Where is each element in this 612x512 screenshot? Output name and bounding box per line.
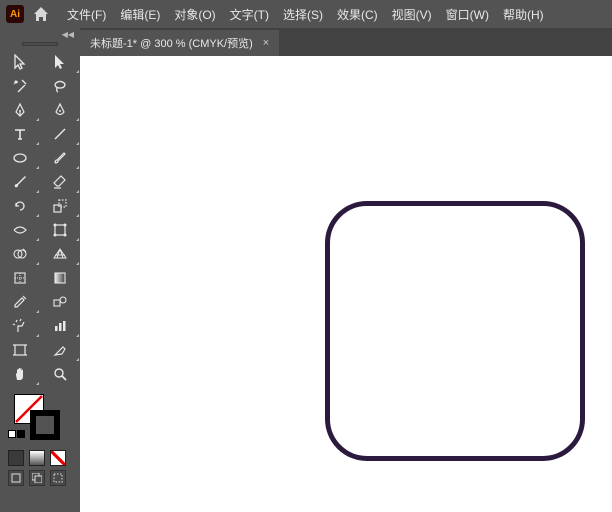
color-mode-row — [0, 446, 80, 470]
canvas[interactable] — [80, 56, 612, 512]
mesh-tool[interactable] — [0, 266, 40, 290]
rounded-rectangle-shape[interactable] — [325, 201, 585, 461]
width-tool[interactable] — [0, 218, 40, 242]
menu-type[interactable]: 文字(T) — [223, 6, 276, 23]
draw-inside-icon[interactable] — [50, 470, 66, 486]
color-solid-icon[interactable] — [8, 450, 24, 466]
rotate-tool[interactable] — [0, 194, 40, 218]
symbol-sprayer-tool[interactable] — [0, 314, 40, 338]
menu-effect[interactable]: 效果(C) — [330, 6, 385, 23]
document-tabs: 未标题-1* @ 300 % (CMYK/预览) × — [80, 30, 612, 56]
hand-tool[interactable] — [0, 362, 40, 386]
fill-stroke-swatch[interactable] — [0, 392, 80, 446]
magic-wand-tool[interactable] — [0, 74, 40, 98]
menu-window[interactable]: 窗口(W) — [439, 6, 496, 23]
menu-edit[interactable]: 编辑(E) — [113, 6, 167, 23]
draw-normal-icon[interactable] — [8, 470, 24, 486]
menu-help[interactable]: 帮助(H) — [496, 6, 551, 23]
menubar: Ai 文件(F) 编辑(E) 对象(O) 文字(T) 选择(S) 效果(C) 视… — [0, 0, 612, 28]
eyedropper-tool[interactable] — [0, 290, 40, 314]
close-icon[interactable]: × — [263, 37, 269, 49]
draw-behind-icon[interactable] — [29, 470, 45, 486]
blend-tool[interactable] — [40, 290, 80, 314]
menu-file[interactable]: 文件(F) — [60, 6, 113, 23]
tab-title: 未标题-1* @ 300 % (CMYK/预览) — [90, 35, 253, 51]
curvature-tool[interactable] — [40, 98, 80, 122]
ellipse-tool[interactable] — [0, 146, 40, 170]
draw-mode-row — [0, 470, 80, 490]
paintbrush-tool[interactable] — [40, 146, 80, 170]
artboard-tool[interactable] — [0, 338, 40, 362]
default-swap-icon[interactable] — [8, 430, 25, 438]
type-tool[interactable] — [0, 122, 40, 146]
document-tab[interactable]: 未标题-1* @ 300 % (CMYK/预览) × — [80, 30, 279, 56]
shape-builder-tool[interactable] — [0, 242, 40, 266]
gradient-tool[interactable] — [40, 266, 80, 290]
shaper-tool[interactable] — [0, 170, 40, 194]
slice-tool[interactable] — [40, 338, 80, 362]
eraser-tool[interactable] — [40, 170, 80, 194]
lasso-tool[interactable] — [40, 74, 80, 98]
panel-collapse-icon[interactable]: ◀◀ — [0, 28, 80, 40]
pen-tool[interactable] — [0, 98, 40, 122]
app-logo: Ai — [6, 5, 24, 23]
column-graph-tool[interactable] — [40, 314, 80, 338]
color-gradient-icon[interactable] — [29, 450, 45, 466]
free-transform-tool[interactable] — [40, 218, 80, 242]
direct-selection-tool[interactable] — [40, 50, 80, 74]
menu-view[interactable]: 视图(V) — [385, 6, 439, 23]
perspective-grid-tool[interactable] — [40, 242, 80, 266]
line-segment-tool[interactable] — [40, 122, 80, 146]
color-none-icon[interactable] — [50, 450, 66, 466]
zoom-tool[interactable] — [40, 362, 80, 386]
home-icon[interactable] — [32, 5, 50, 23]
panel-grip[interactable] — [22, 42, 58, 46]
scale-tool[interactable] — [40, 194, 80, 218]
menu-select[interactable]: 选择(S) — [276, 6, 330, 23]
selection-tool[interactable] — [0, 50, 40, 74]
stroke-swatch[interactable] — [30, 410, 60, 440]
menu-object[interactable]: 对象(O) — [167, 6, 222, 23]
tools-panel: ◀◀ — [0, 28, 80, 510]
